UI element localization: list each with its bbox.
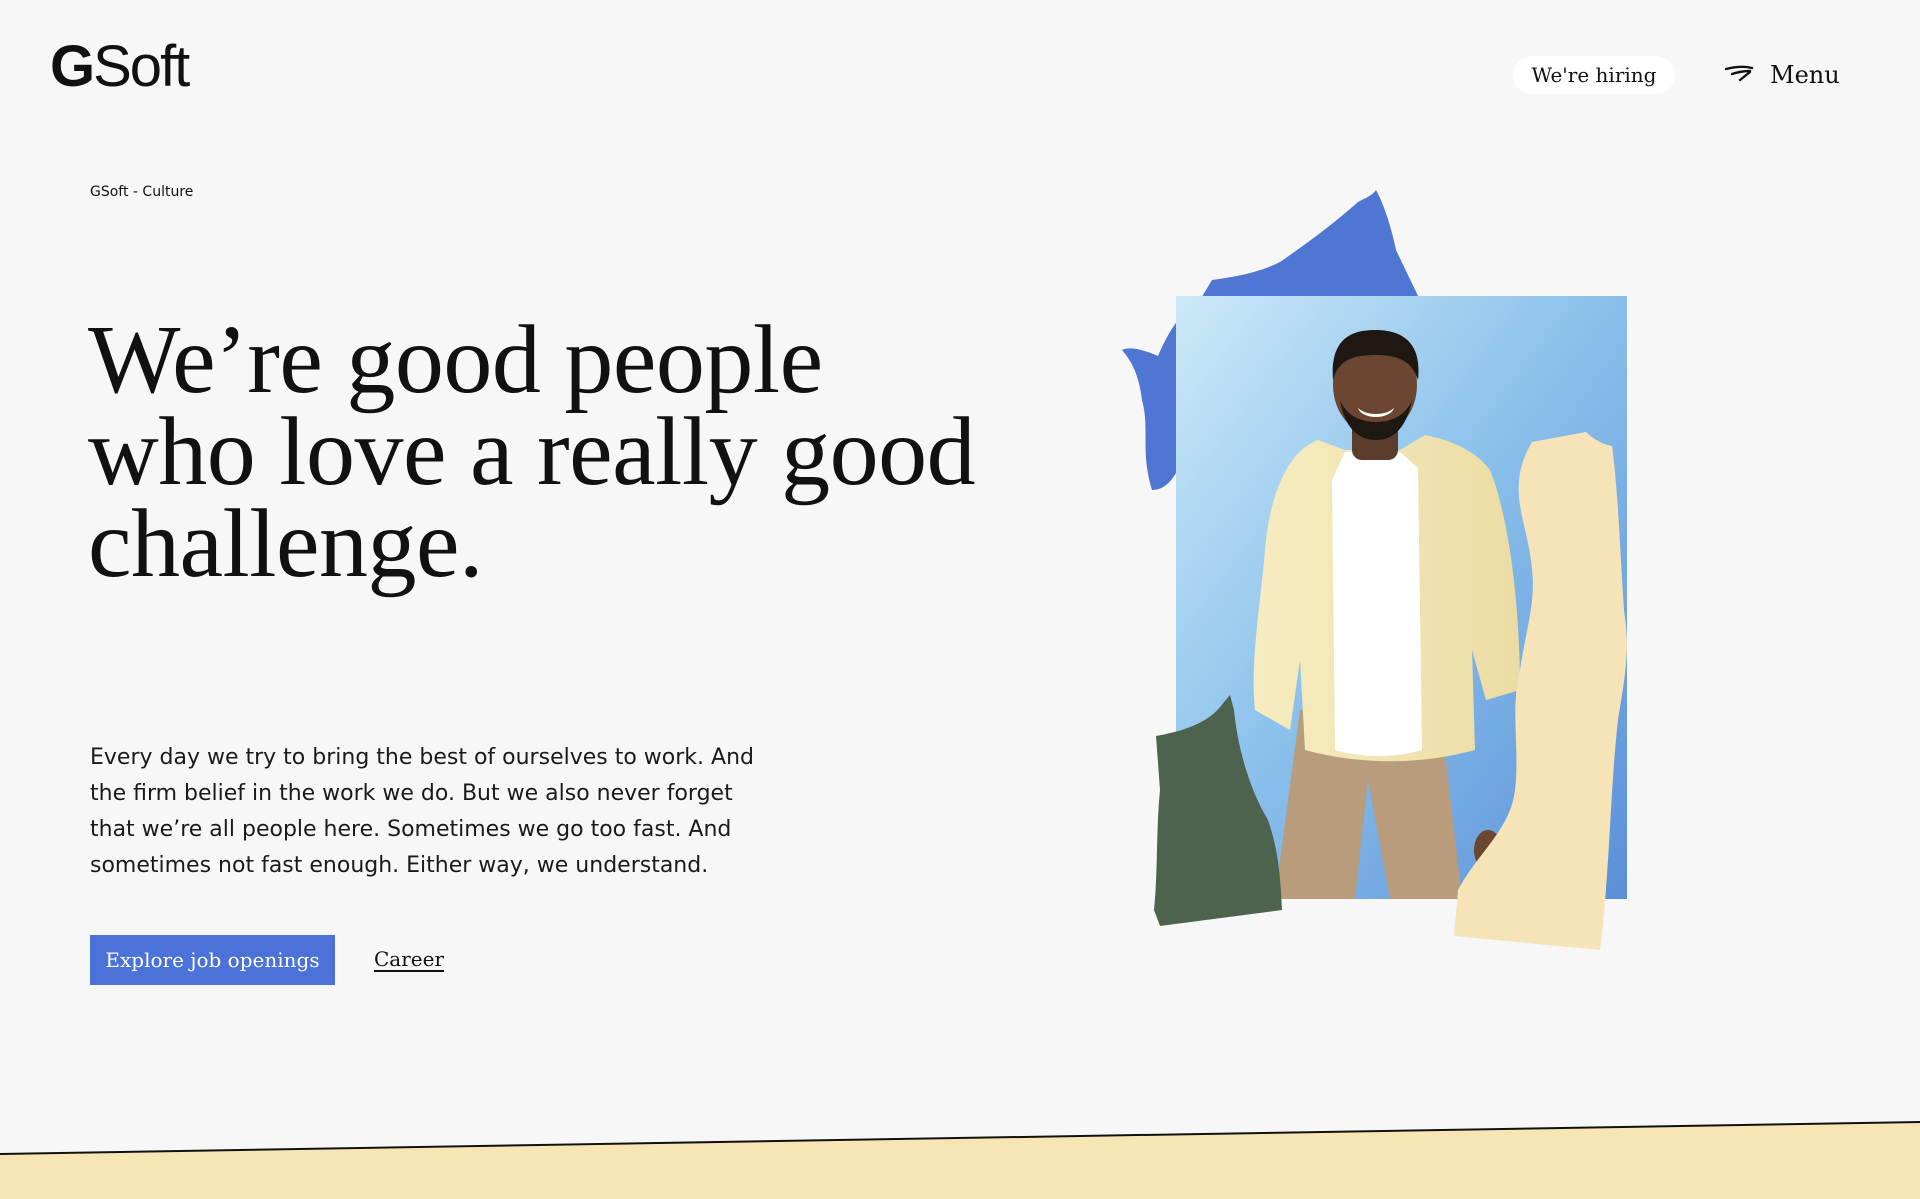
explore-job-openings-button[interactable]: Explore job openings [90,935,335,985]
menu-label: Menu [1770,61,1840,89]
career-link[interactable]: Career [374,947,444,971]
intro-paragraph: Every day we try to bring the best of ou… [90,745,754,878]
were-hiring-button[interactable]: We're hiring [1513,56,1675,94]
page-headline: We’re good people who love a really good… [88,306,976,598]
breadcrumb: GSoft - Culture [90,184,194,200]
bottom-wave-divider [0,1121,1920,1199]
logo-text: Soft [93,34,190,99]
menu-button[interactable]: Menu [1724,56,1840,94]
were-hiring-label: We're hiring [1531,63,1657,87]
gsoft-logo[interactable]: GSoft [50,38,190,96]
logo-letter-g: G [50,34,95,99]
hero-illustration [1122,190,1627,950]
explore-job-openings-label: Explore job openings [105,948,320,972]
menu-icon [1724,65,1754,85]
